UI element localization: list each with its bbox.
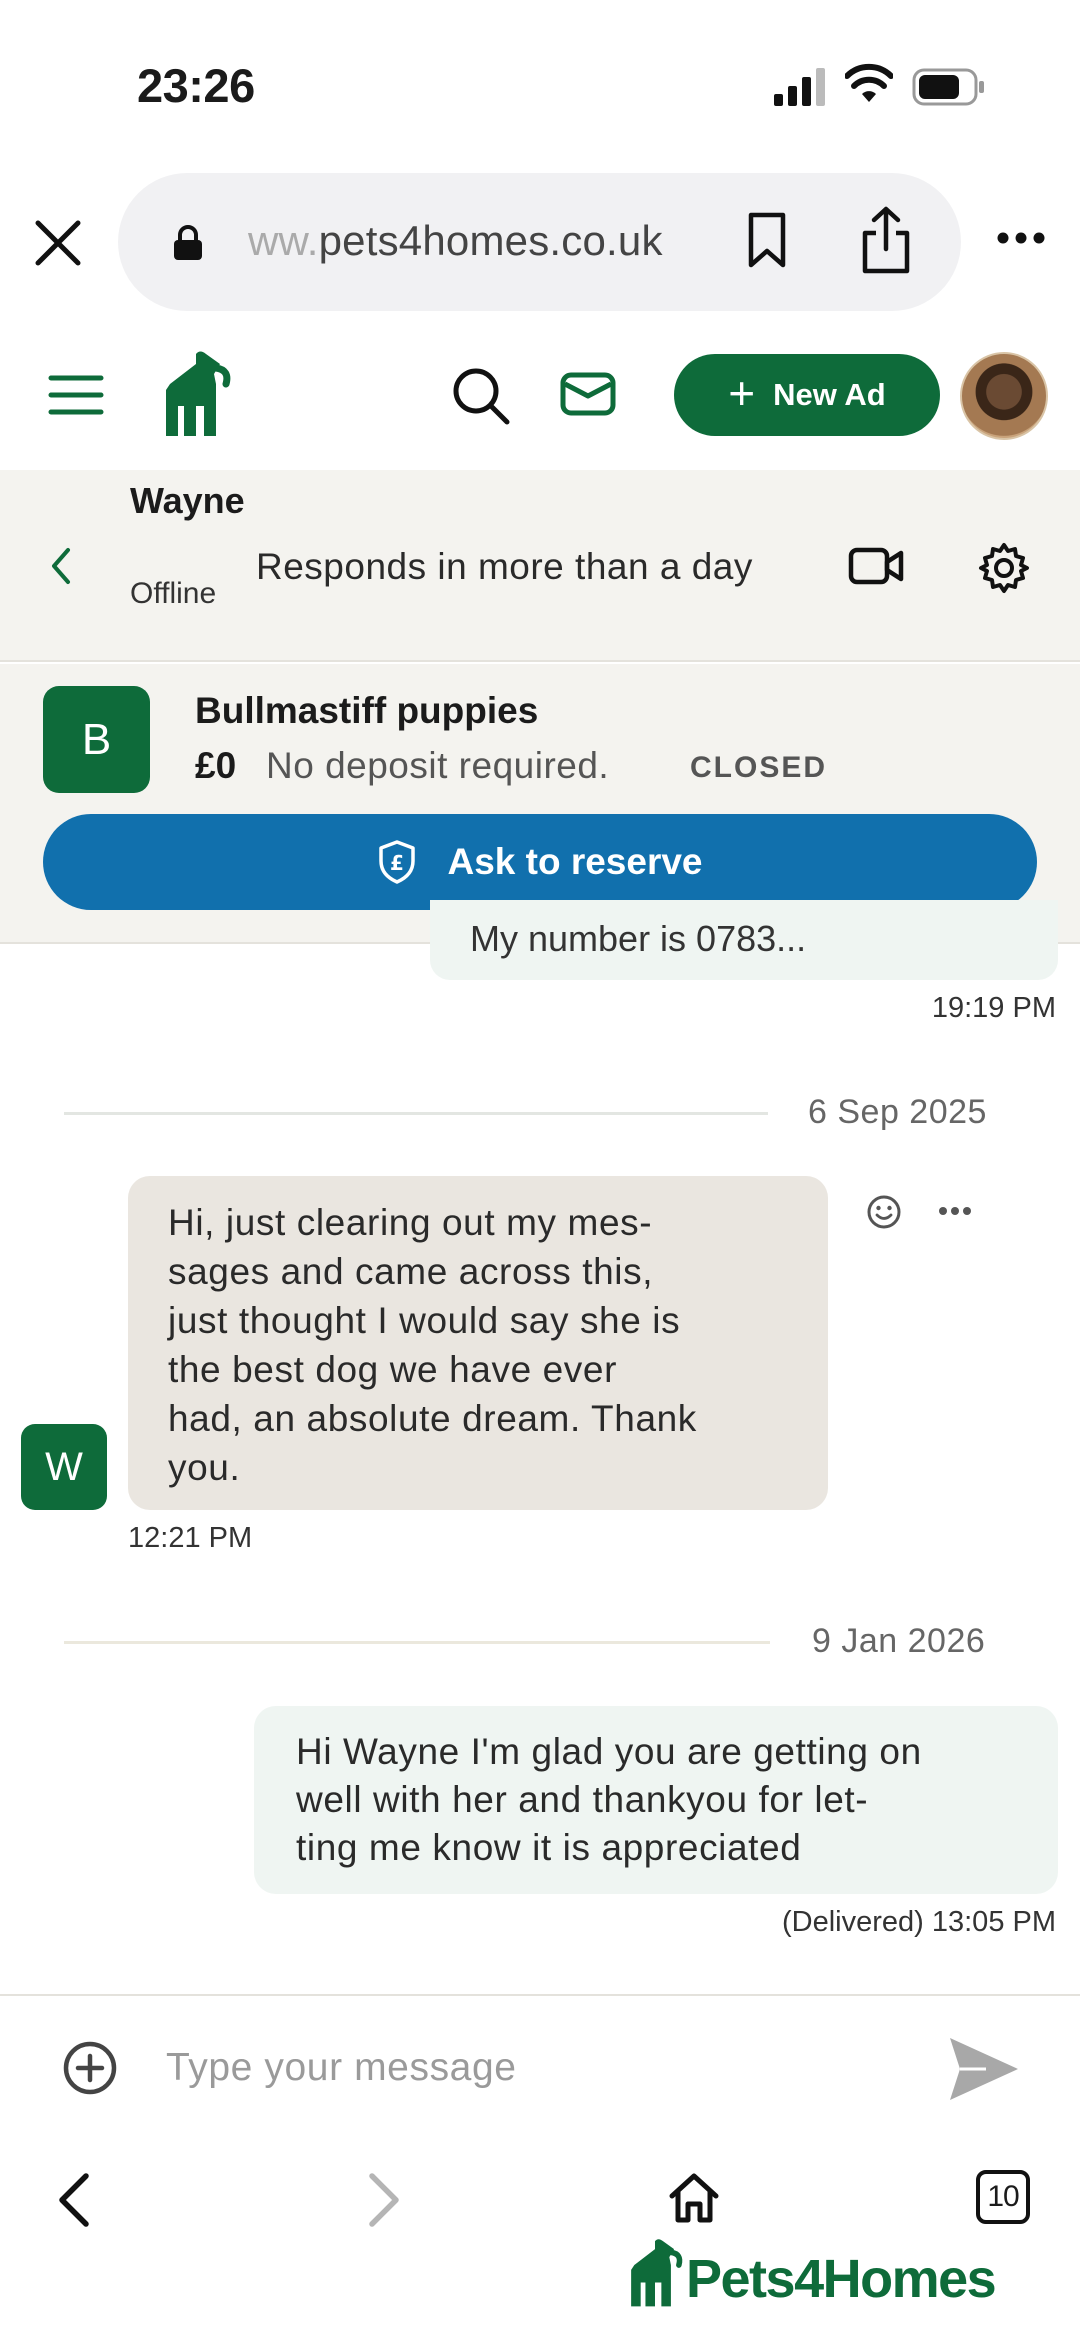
browser-back-icon[interactable] — [54, 2170, 94, 2230]
message-line: the best dog we have ever — [168, 1349, 618, 1390]
message-line: Hi Wayne I'm glad you are getting on — [296, 1731, 922, 1772]
message-bubble-outgoing[interactable]: Hi Wayne I'm glad you are getting on wel… — [254, 1706, 1058, 1894]
more-icon[interactable] — [996, 230, 1046, 246]
sender-avatar[interactable]: W — [21, 1424, 107, 1510]
message-line: ting me know it is appreciated — [296, 1827, 802, 1868]
emoji-reaction-icon[interactable] — [866, 1194, 902, 1230]
message-line: you. — [168, 1447, 241, 1488]
share-icon[interactable] — [860, 205, 912, 275]
listing-deposit: No deposit required. — [266, 745, 610, 786]
message-bubble-incoming[interactable]: Hi, just clearing out my mes- sages and … — [128, 1176, 828, 1510]
message-text: My number is 0783... — [470, 918, 807, 959]
new-ad-label: New Ad — [773, 377, 886, 412]
url-text[interactable]: ww.pets4homes.co.uk — [248, 217, 663, 265]
listing-title[interactable]: Bullmastiff puppies — [195, 690, 538, 732]
plus-icon: + — [728, 367, 756, 419]
svg-text:£: £ — [391, 851, 405, 875]
date-separator: 6 Sep 2025 — [808, 1093, 987, 1131]
listing-avatar[interactable]: B — [43, 686, 150, 793]
status-time: 23:26 — [137, 59, 255, 112]
listing-price: £0 — [195, 745, 237, 786]
home-icon[interactable] — [666, 2170, 722, 2226]
user-avatar[interactable] — [960, 352, 1048, 440]
ask-to-reserve-button[interactable]: £ Ask to reserve — [43, 814, 1037, 910]
menu-icon[interactable] — [48, 373, 104, 417]
listing-status-badge: CLOSED — [690, 751, 828, 784]
video-call-icon[interactable] — [848, 544, 904, 588]
mail-icon[interactable] — [560, 372, 616, 416]
message-more-icon[interactable] — [938, 1205, 972, 1217]
gear-icon[interactable] — [978, 542, 1030, 594]
contact-name[interactable]: Wayne — [130, 480, 245, 522]
message-line: Hi, just clearing out my mes- — [168, 1202, 653, 1243]
wifi-icon — [845, 63, 893, 102]
lock-icon — [174, 225, 202, 260]
new-ad-button[interactable]: + New Ad — [674, 354, 940, 436]
message-input[interactable] — [166, 2030, 896, 2106]
message-time: 12:21 PM — [128, 1522, 253, 1554]
message-line: well with her and thankyou for let- — [296, 1779, 869, 1820]
message-time: 19:19 PM — [931, 992, 1056, 1024]
shield-pound-icon: £ — [379, 840, 416, 884]
reserve-label: Ask to reserve — [447, 841, 703, 882]
tabs-button[interactable]: 10 — [976, 2170, 1030, 2224]
pets4homes-logo-icon[interactable] — [160, 350, 232, 438]
online-status: Offline — [130, 577, 217, 610]
browser-forward-icon[interactable] — [364, 2170, 404, 2230]
message-time: (Delivered) 13:05 PM — [782, 1906, 1056, 1938]
date-separator-line — [64, 1641, 770, 1644]
pets4homes-logo-icon — [631, 2239, 683, 2307]
close-icon[interactable] — [30, 215, 86, 271]
back-chevron-icon[interactable] — [48, 546, 74, 586]
search-icon[interactable] — [451, 366, 511, 426]
response-time: Responds in more than a day — [256, 546, 753, 587]
brand-name: Pets4Homes — [686, 2249, 997, 2309]
message-line: sages and came across this, — [168, 1251, 654, 1292]
cellular-signal-icon — [774, 68, 825, 106]
message-line: just thought I would say she is — [168, 1300, 681, 1341]
bookmark-icon[interactable] — [746, 211, 788, 269]
battery-icon — [912, 68, 984, 106]
date-separator-line — [64, 1112, 768, 1115]
date-separator: 9 Jan 2026 — [812, 1622, 986, 1660]
message-bubble-outgoing[interactable]: My number is 0783... — [430, 900, 1058, 980]
send-icon[interactable] — [946, 2034, 1022, 2104]
add-attachment-icon[interactable] — [62, 2040, 118, 2096]
message-line: had, an absolute dream. Thank — [168, 1398, 697, 1439]
